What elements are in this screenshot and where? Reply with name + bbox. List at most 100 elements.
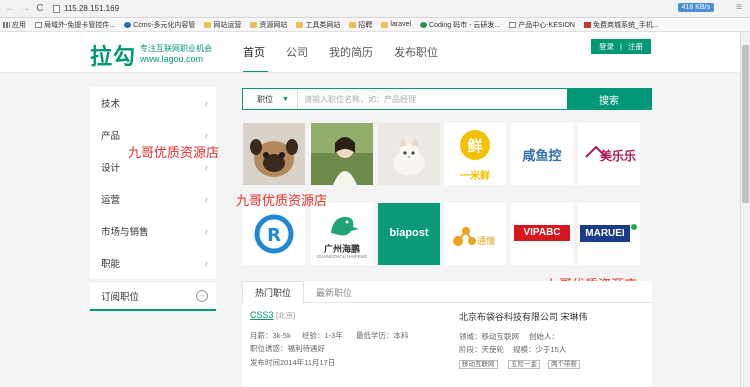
speed-badge: 418 KB/s (677, 3, 714, 12)
page-icon (35, 21, 42, 28)
auth-divider: | (620, 42, 622, 51)
auth-box: 登录 | 注册 (591, 39, 651, 54)
job-title-link[interactable]: CSS3 (250, 310, 274, 320)
tile-marvel[interactable]: MARUEI (578, 203, 640, 265)
bookmark-folder[interactable]: 招聘 (349, 20, 372, 30)
apps-icon (3, 21, 10, 28)
category-sidebar: 技术 › 产品 › 设计 › 运营 › 市场与销售 › 职能 › (90, 87, 216, 279)
search-input[interactable] (298, 89, 567, 109)
nav-my-resume[interactable]: 我的简历 (329, 44, 373, 60)
subscribe-jobs-button[interactable]: 订阅职位 → (90, 283, 216, 311)
site-header: 拉勾 专注互联网职业机会 www.lagou.com 首页 公司 我的简历 发布… (0, 32, 750, 72)
tile-yimixian[interactable]: 鲜 一米鲜 (444, 123, 506, 185)
main-nav: 首页 公司 我的简历 发布职位 (243, 44, 459, 60)
nav-companies[interactable]: 公司 (286, 44, 308, 60)
tab-new-jobs[interactable]: 最新职位 (304, 281, 364, 303)
search-button[interactable]: 搜索 (567, 89, 651, 109)
caret-down-icon: ▼ (282, 95, 289, 103)
browser-toolbar: ← → C 115.28.151.169 418 KB/s ≡ (0, 0, 750, 18)
search-category-select[interactable]: 职位 ▼ (243, 89, 298, 109)
folder-icon (349, 21, 357, 28)
job-search-bar: 职位▼ 搜索 (242, 88, 652, 110)
reload-icon[interactable]: C (34, 3, 46, 15)
back-icon[interactable]: ← (4, 3, 16, 15)
marvel-dot-icon (631, 224, 637, 230)
arrow-right-icon: → (196, 290, 208, 302)
marvel-text: MARUEI (580, 225, 630, 242)
tab-hot-jobs[interactable]: 热门职位 (242, 281, 305, 304)
chevron-right-icon: › (204, 129, 208, 141)
company-tag: 五险一金 (508, 360, 540, 369)
nav-home[interactable]: 首页 (243, 44, 265, 60)
register-link[interactable]: 注册 (628, 41, 643, 52)
bookmark-item[interactable]: 免费商城系统_手机... (584, 20, 659, 30)
chevron-right-icon: › (204, 257, 208, 269)
bookmark-folder[interactable]: laravel (381, 21, 411, 28)
site-logo[interactable]: 拉勾 (90, 39, 136, 71)
menu-icon[interactable]: ≡ (736, 2, 742, 13)
bookmark-folder[interactable]: 网站运营 (204, 20, 241, 30)
job-experience: 经验：1-3年 (302, 331, 343, 340)
pug-image (243, 123, 305, 185)
page-icon (53, 4, 60, 13)
tile-girl-photo[interactable] (311, 123, 373, 185)
company-scale: 规模：少于15人 (513, 345, 567, 354)
sidebar-item-functions[interactable]: 职能 › (90, 247, 216, 279)
bookmark-apps[interactable]: 应用 (3, 20, 26, 30)
job-tabs: 热门职位 最新职位 (242, 281, 652, 304)
slogan-domain: www.lagou.com (140, 54, 204, 64)
tongchuang-text: 通懂 (477, 236, 496, 246)
tile-meilele[interactable]: 美乐乐 (578, 123, 640, 185)
site-icon (124, 21, 132, 28)
job-city: [北京] (276, 311, 296, 320)
tongchuang-logo (453, 227, 476, 246)
gmail-icon (584, 21, 591, 28)
tile-guangzhou-haipeng[interactable]: 广州海鹏 GUANGZHOU HAIPENG (311, 203, 373, 265)
xianyukong-text: 咸鱼控 (522, 148, 562, 163)
page-icon (509, 21, 517, 28)
company-founder: 创始人： (529, 332, 559, 341)
bookmark-item[interactable]: Ccms-多元化内容管 (124, 20, 195, 30)
company-tag: 两个带薪 (548, 360, 580, 369)
sidebar-item-operations[interactable]: 运营 › (90, 183, 216, 215)
slogan-text: 专注互联网职业机会 (140, 44, 212, 53)
login-link[interactable]: 登录 (599, 41, 614, 52)
company-name-link[interactable]: 北京布袋谷科技有限公司 宋琳伟 (459, 310, 588, 323)
tile-cat-photo[interactable] (378, 123, 440, 185)
watermark-1: 九哥优质资源店 (128, 146, 220, 161)
meilele-text: 美乐乐 (600, 149, 637, 163)
chevron-right-icon: › (204, 161, 208, 173)
tile-vipabc[interactable]: VIPABC (511, 203, 573, 265)
forward-icon[interactable]: → (19, 3, 31, 15)
tile-biapost[interactable]: biapost (378, 203, 440, 265)
bookmark-item[interactable]: Coding 码市 - 云研发... (420, 20, 500, 30)
job-education: 最低学历：本科 (356, 331, 409, 340)
scrollbar-thumb[interactable] (742, 45, 749, 203)
tile-dog-photo[interactable] (243, 123, 305, 185)
chevron-right-icon: › (204, 225, 208, 237)
bookmark-folder[interactable]: 工具类网站 (296, 20, 340, 30)
tile-xianyukong[interactable]: 咸鱼控 (511, 123, 573, 185)
sidebar-item-marketing[interactable]: 市场与销售 › (90, 215, 216, 247)
bookmark-item[interactable]: 局域外-免提卡管控件... (35, 20, 115, 30)
company-tag: 移动互联网 (459, 360, 498, 369)
address-bar[interactable]: 115.28.151.169 (53, 4, 119, 13)
svg-text:鲜: 鲜 (467, 137, 482, 155)
sidebar-item-tech[interactable]: 技术 › (90, 87, 216, 119)
nav-post-job[interactable]: 发布职位 (394, 44, 438, 60)
chevron-right-icon: › (204, 97, 208, 109)
tile-ar-logo[interactable]: R (243, 203, 305, 265)
yimixian-text: 一米鲜 (460, 171, 490, 182)
folder-icon (296, 21, 304, 28)
tile-tongchuang[interactable]: 通懂 (444, 203, 506, 265)
bookmark-folder[interactable]: 资源网站 (250, 20, 287, 30)
subscribe-label: 订阅职位 (101, 292, 140, 303)
url-text[interactable]: 115.28.151.169 (64, 4, 119, 13)
vipabc-text: VIPABC (514, 225, 570, 241)
bookmark-item[interactable]: 产品中心-KESION (509, 20, 575, 30)
job-title-row: CSS3 [北京] (250, 310, 295, 321)
bookmarks-bar: 应用 局域外-免提卡管控件... Ccms-多元化内容管 网站运营 资源网站 工… (0, 18, 750, 32)
job-published: 发布时间2014年11月17日 (250, 358, 336, 367)
biapost-text: biapost (389, 227, 429, 239)
folder-icon (250, 21, 258, 28)
